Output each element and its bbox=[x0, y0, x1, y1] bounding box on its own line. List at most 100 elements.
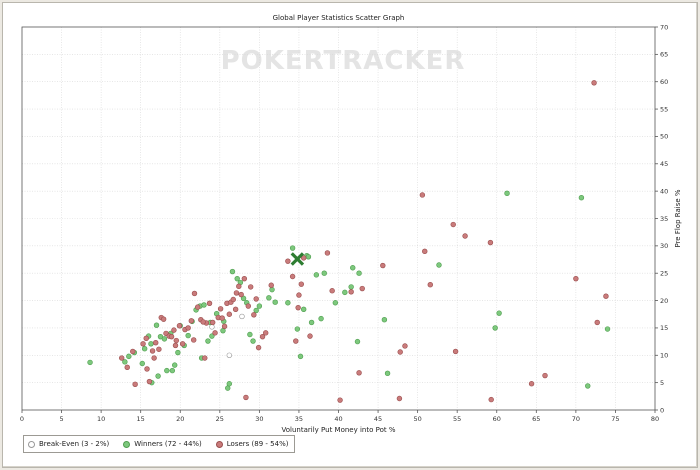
y-tick-label: 25 bbox=[660, 270, 668, 278]
data-point-winners bbox=[153, 322, 160, 328]
data-point-losers bbox=[149, 348, 156, 354]
data-point-losers bbox=[219, 315, 225, 321]
x-tick-label: 75 bbox=[611, 415, 619, 423]
data-point-losers bbox=[245, 303, 251, 309]
data-point-losers bbox=[217, 306, 224, 312]
data-point-winners bbox=[321, 270, 327, 276]
data-point-losers bbox=[289, 273, 296, 280]
data-point-winners bbox=[356, 270, 362, 276]
data-point-losers bbox=[191, 337, 197, 343]
data-point-winners bbox=[318, 315, 324, 322]
x-tick-label: 5 bbox=[59, 415, 63, 423]
y-tick-label: 20 bbox=[660, 297, 668, 305]
x-axis-label: Voluntarily Put Money into Pot % bbox=[282, 426, 396, 434]
data-point-winners bbox=[250, 338, 256, 344]
data-point-losers bbox=[487, 239, 494, 246]
data-point-losers bbox=[542, 372, 548, 379]
data-point-losers bbox=[226, 311, 233, 317]
data-point-losers bbox=[156, 346, 162, 352]
data-point-winners bbox=[604, 326, 611, 332]
x-tick-label: 65 bbox=[532, 415, 540, 423]
data-point-losers bbox=[230, 296, 236, 303]
data-point-winners bbox=[492, 325, 498, 331]
data-point-losers bbox=[206, 300, 213, 307]
y-tick-label: 50 bbox=[660, 133, 668, 141]
legend-swatch-breakeven bbox=[28, 440, 35, 448]
data-point-winners bbox=[384, 370, 391, 377]
data-point-losers bbox=[124, 364, 130, 371]
data-point-winners bbox=[141, 346, 148, 352]
y-tick-label: 0 bbox=[660, 406, 664, 414]
x-tick-label: 40 bbox=[334, 415, 342, 423]
legend-label-winners: Winners (72 - 44%) bbox=[134, 440, 202, 448]
data-point-losers bbox=[160, 316, 167, 322]
data-point-winners bbox=[256, 303, 263, 309]
data-point-losers bbox=[594, 319, 600, 326]
data-point-losers bbox=[202, 355, 208, 361]
x-tick-label: 80 bbox=[651, 415, 659, 423]
data-point-winners bbox=[164, 367, 170, 374]
data-point-losers bbox=[396, 395, 403, 402]
data-point-losers bbox=[307, 333, 313, 339]
data-point-winners bbox=[172, 362, 178, 368]
x-tick-label: 15 bbox=[137, 415, 145, 423]
data-point-winners bbox=[313, 272, 320, 278]
data-point-losers bbox=[419, 192, 426, 198]
data-point-losers bbox=[247, 284, 254, 290]
legend-item-winners: Winners (72 - 44%) bbox=[123, 440, 202, 448]
chart-frame: Global Player Statistics Scatter Graph PO… bbox=[2, 2, 698, 468]
data-point-losers bbox=[238, 291, 244, 298]
data-point-losers bbox=[603, 293, 609, 299]
data-point-losers bbox=[221, 323, 228, 329]
data-point-losers bbox=[452, 348, 459, 355]
legend-swatch-losers bbox=[215, 440, 223, 448]
data-point-losers bbox=[488, 396, 494, 403]
x-tick-label: 70 bbox=[572, 415, 580, 423]
data-point-losers bbox=[348, 289, 354, 295]
data-point-winners bbox=[205, 338, 211, 344]
data-point-losers bbox=[146, 378, 153, 385]
data-point-losers bbox=[173, 337, 179, 344]
legend-item-breakeven: Break-Even (3 - 2%) bbox=[28, 440, 109, 448]
data-point-winners bbox=[229, 268, 236, 275]
data-point-losers bbox=[296, 292, 302, 298]
data-point-winners bbox=[226, 381, 233, 387]
data-point-losers bbox=[356, 370, 362, 376]
data-point-winners bbox=[247, 331, 253, 338]
data-point-losers bbox=[359, 285, 365, 292]
y-tick-label: 5 bbox=[660, 379, 664, 387]
data-point-losers bbox=[151, 355, 157, 361]
data-point-losers bbox=[253, 296, 259, 302]
data-point-losers bbox=[144, 366, 150, 372]
data-point-winners bbox=[348, 284, 354, 290]
watermark-text: POKERTRACKER bbox=[221, 46, 466, 76]
data-point-losers bbox=[380, 262, 386, 269]
data-point-winners bbox=[297, 353, 304, 360]
data-point-winners bbox=[308, 319, 315, 326]
x-tick-label: 20 bbox=[176, 415, 184, 423]
y-tick-label: 45 bbox=[660, 160, 668, 168]
data-point-losers bbox=[212, 330, 218, 336]
data-point-winners bbox=[436, 262, 442, 268]
data-point-losers bbox=[324, 250, 331, 256]
data-point-winners bbox=[169, 367, 176, 374]
data-point-winners bbox=[504, 190, 510, 197]
data-point-losers bbox=[176, 323, 183, 329]
data-point-winners bbox=[155, 373, 161, 379]
x-tick-label: 50 bbox=[413, 415, 421, 423]
x-tick-label: 30 bbox=[255, 415, 263, 423]
data-point-losers bbox=[232, 306, 239, 313]
data-point-winners bbox=[201, 302, 207, 308]
scatter-chart: Global Player Statistics Scatter Graph PO… bbox=[20, 14, 682, 434]
data-point-losers bbox=[293, 338, 299, 344]
data-point-winners bbox=[139, 360, 145, 367]
data-point-losers bbox=[573, 275, 579, 282]
data-point-losers bbox=[255, 344, 262, 351]
data-point-losers bbox=[188, 318, 195, 324]
y-tick-label: 30 bbox=[660, 242, 668, 250]
data-point-losers bbox=[591, 80, 597, 86]
legend-item-losers: Losers (89 - 54%) bbox=[215, 440, 288, 448]
data-point-winners bbox=[381, 317, 388, 323]
y-tick-label: 35 bbox=[660, 215, 668, 223]
y-tick-label: 40 bbox=[660, 187, 668, 195]
